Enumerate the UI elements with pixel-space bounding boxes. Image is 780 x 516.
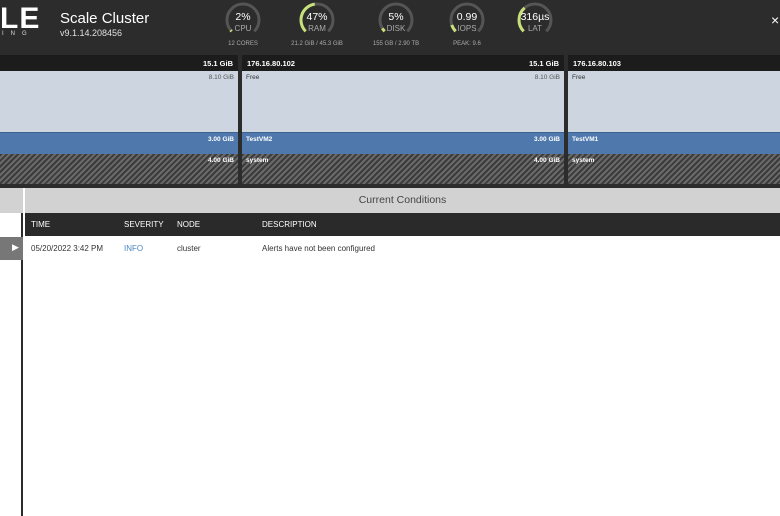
ram-subtext: 21.2 GiB / 45.3 GiB (291, 41, 343, 47)
cpu-value: 2% (235, 11, 251, 23)
node-card[interactable]: 176.16.80.103 Free TestVM1 system (568, 55, 780, 188)
play-arrow-icon: ▶ (12, 242, 19, 252)
column-severity[interactable]: SEVERITY (124, 220, 164, 229)
free-memory-segment: Free 8.10 GiB (242, 71, 564, 132)
column-time[interactable]: TIME (31, 220, 50, 229)
free-label: Free (572, 74, 586, 81)
cpu-gauge[interactable]: 2% CPU (223, 2, 263, 38)
disk-value: 5% (388, 11, 404, 23)
system-label: system (572, 157, 595, 164)
node-header: 15.1 GiB (0, 55, 238, 71)
system-value: 4.00 GiB (533, 157, 560, 164)
iops-label: IOPS (457, 24, 477, 33)
node-header: 176.16.80.102 15.1 GiB (242, 55, 564, 71)
latency-value: 316µs (520, 11, 550, 23)
column-description[interactable]: DESCRIPTION (262, 220, 317, 229)
row-time: 05/20/2022 3:42 PM (31, 244, 104, 253)
system-value: 4.00 GiB (207, 157, 234, 164)
node-ip: 176.16.80.103 (573, 59, 621, 68)
node-total-memory: 15.1 GiB (202, 59, 233, 68)
node-card[interactable]: 15.1 GiB 8.10 GiB 3.00 GiB 4.00 GiB (0, 55, 238, 188)
vm-memory-segment[interactable]: 3.00 GiB (0, 132, 238, 154)
vm-value: 3.00 GiB (207, 136, 234, 143)
iops-subtext: PEAK: 9.6 (453, 41, 481, 47)
free-memory-segment: Free (568, 71, 780, 132)
disk-gauge[interactable]: 5% DISK (376, 2, 416, 38)
ram-value: 47% (306, 11, 328, 23)
vm-label: TestVM1 (572, 136, 599, 143)
system-memory-segment: system 4.00 GiB (242, 154, 564, 184)
iops-value: 0.99 (456, 11, 478, 23)
ram-label: RAM (308, 24, 326, 33)
close-icon[interactable]: × (771, 12, 779, 28)
node-card[interactable]: 176.16.80.102 15.1 GiB Free 8.10 GiB Tes… (242, 55, 564, 188)
free-memory-segment: 8.10 GiB (0, 71, 238, 132)
column-node[interactable]: NODE (177, 220, 200, 229)
selected-item-arrow[interactable]: ▶ (0, 237, 23, 260)
row-severity: INFO (124, 244, 144, 253)
system-memory-segment: 4.00 GiB (0, 154, 238, 184)
latency-gauge[interactable]: 316µs LAT (515, 2, 555, 38)
ram-gauge[interactable]: 47% RAM (297, 2, 337, 38)
table-row[interactable]: 05/20/2022 3:42 PM INFO cluster Alerts h… (25, 236, 780, 260)
left-sidebar-header (0, 188, 23, 213)
node-header: 176.16.80.103 (568, 55, 780, 71)
current-conditions-panel: Current Conditions TIME SEVERITY NODE DE… (25, 188, 780, 516)
system-label: system (246, 157, 269, 164)
free-label: Free (246, 74, 260, 81)
node-ip: 176.16.80.102 (247, 59, 295, 68)
free-value: 8.10 GiB (534, 74, 560, 81)
cluster-version: v9.1.14.208456 (60, 28, 123, 38)
logo-subtext: ING (2, 31, 34, 37)
cluster-name: Scale Cluster (60, 10, 150, 27)
system-memory-segment: system (568, 154, 780, 184)
left-sidebar: ▶ (0, 188, 23, 516)
vm-label: TestVM2 (246, 136, 273, 143)
row-node: cluster (177, 244, 201, 253)
conditions-title: Current Conditions (25, 188, 780, 213)
node-total-memory: 15.1 GiB (528, 59, 559, 68)
vm-memory-segment[interactable]: TestVM1 (568, 132, 780, 154)
latency-label: LAT (527, 24, 543, 33)
disk-label: DISK (386, 24, 406, 33)
header-bar: LE ING Scale Cluster v9.1.14.208456 2% C… (0, 0, 780, 52)
vm-memory-segment[interactable]: TestVM2 3.00 GiB (242, 132, 564, 154)
row-description: Alerts have not been configured (262, 244, 375, 253)
free-value: 8.10 GiB (208, 74, 234, 81)
iops-gauge[interactable]: 0.99 IOPS (447, 2, 487, 38)
conditions-table-header: TIME SEVERITY NODE DESCRIPTION (25, 213, 780, 236)
node-memory-panel: 15.1 GiB 8.10 GiB 3.00 GiB 4.00 GiB 176.… (0, 52, 780, 188)
cpu-label: CPU (234, 24, 252, 33)
vm-value: 3.00 GiB (533, 136, 560, 143)
